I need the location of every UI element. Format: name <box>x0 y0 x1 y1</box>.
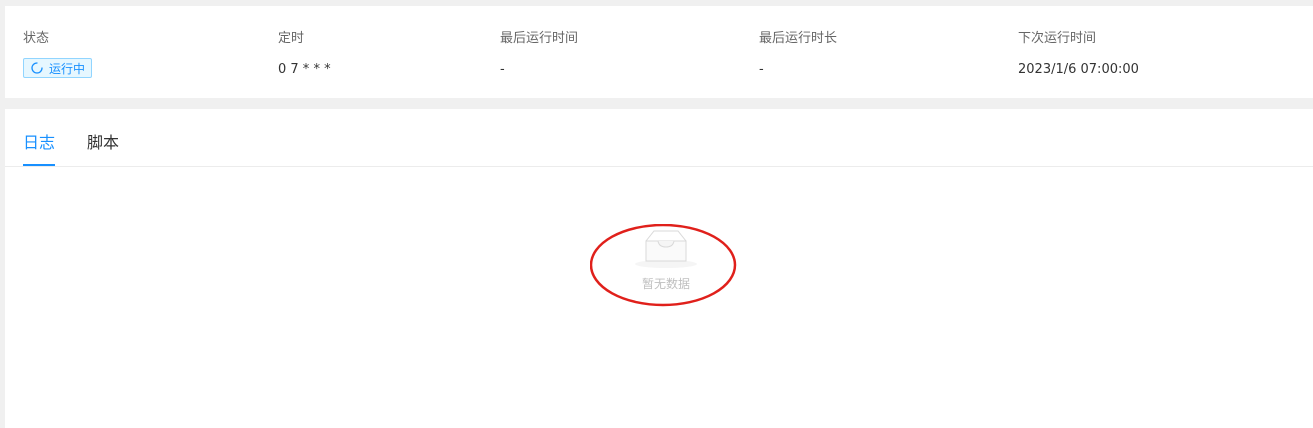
last-run-duration-value: - <box>759 62 764 77</box>
detail-panel: 日志 脚本 暂无数据 <box>5 109 1313 428</box>
empty-state-text: 暂无数据 <box>641 277 690 291</box>
task-summary-card: 状态 运行中 定时 0 7 * * * 最后运行时间 - 最后运行时长 - 下次… <box>5 6 1313 98</box>
tab-bar: 日志 脚本 <box>5 109 1313 167</box>
empty-inbox-icon <box>635 230 697 268</box>
status-badge: 运行中 <box>23 58 93 78</box>
last-run-time-value: - <box>500 62 505 77</box>
active-tab-indicator <box>23 164 55 166</box>
schedule-label: 定时 <box>278 31 305 46</box>
next-run-time-value: 2023/1/6 07:00:00 <box>1018 62 1139 77</box>
empty-state: 暂无数据 <box>616 227 716 292</box>
last-run-time-label: 最后运行时间 <box>500 31 579 46</box>
schedule-value: 0 7 * * * <box>278 62 331 77</box>
status-label: 状态 <box>23 31 50 46</box>
tab-logs[interactable]: 日志 <box>23 129 55 153</box>
status-badge-label: 运行中 <box>49 61 86 76</box>
tab-script[interactable]: 脚本 <box>87 129 119 153</box>
sync-icon <box>31 62 43 74</box>
last-run-duration-label: 最后运行时长 <box>759 31 838 46</box>
next-run-time-label: 下次运行时间 <box>1018 31 1097 46</box>
